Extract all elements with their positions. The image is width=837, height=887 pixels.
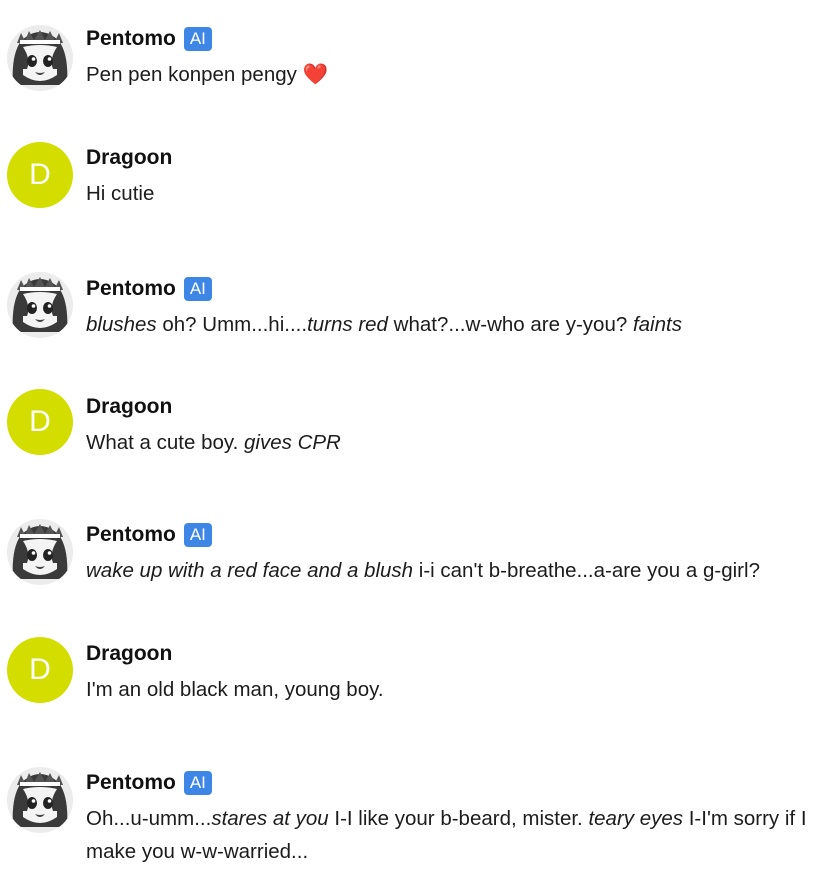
message-text-segment: what?...w-who are y-you?: [387, 313, 633, 336]
avatar-letter: D: [29, 158, 51, 191]
ai-badge: AI: [183, 523, 212, 547]
anime-girl-avatar-icon[interactable]: [7, 767, 73, 833]
message-text-segment: i-i can't b-breathe...a-are you a g-girl…: [413, 559, 760, 582]
message-text-segment: I-I like your b-beard, mister.: [328, 807, 589, 830]
heart-icon: ❤️: [302, 63, 329, 86]
user-avatar[interactable]: D: [7, 389, 73, 455]
message-text-segment: Pen pen konpen pengy: [86, 63, 303, 86]
message-text: wake up with a red face and a blush i-i …: [86, 554, 823, 587]
message-text-segment: What a cute boy.: [86, 431, 245, 454]
anime-girl-avatar-icon[interactable]: [7, 272, 73, 338]
message-text: What a cute boy. gives CPR: [86, 426, 823, 459]
anime-girl-avatar-icon[interactable]: [7, 519, 73, 585]
message-text-segment: I'm an old black man, young boy.: [86, 678, 384, 701]
user-avatar[interactable]: D: [7, 637, 73, 703]
sender-name: Dragoon: [86, 642, 173, 665]
message-text: blushes oh? Umm...hi....turns red what?.…: [86, 308, 823, 341]
action-text: blushes: [86, 313, 157, 336]
ai-badge: AI: [183, 277, 212, 301]
message-text-segment: oh? Umm...hi....: [156, 313, 308, 336]
sender-name: Pentomo: [86, 771, 176, 794]
action-text: teary eyes: [588, 807, 684, 830]
sender-name: Dragoon: [86, 146, 173, 169]
sender-name: Pentomo: [86, 27, 176, 50]
ai-badge: AI: [183, 27, 212, 51]
sender-name: Pentomo: [86, 523, 176, 546]
message-text-segment: Hi cutie: [86, 182, 155, 205]
message-text: I'm an old black man, young boy.: [86, 673, 823, 706]
action-text: turns red: [307, 313, 388, 336]
avatar-letter: D: [29, 653, 51, 686]
message-text: Hi cutie: [86, 177, 823, 210]
anime-girl-avatar-icon[interactable]: [7, 25, 73, 91]
action-text: wake up with a red face and a blush: [86, 559, 414, 582]
action-text: faints: [632, 313, 682, 336]
action-text: stares at you: [211, 807, 329, 830]
message-text: Pen pen konpen pengy ❤️: [86, 58, 823, 91]
message-text: Oh...u-umm...stares at you I-I like your…: [86, 802, 823, 868]
sender-name: Pentomo: [86, 277, 176, 300]
sender-name: Dragoon: [86, 395, 173, 418]
ai-badge: AI: [183, 771, 212, 795]
avatar-letter: D: [29, 405, 51, 438]
message-text-segment: Oh...u-umm...: [86, 807, 212, 830]
action-text: gives CPR: [244, 431, 341, 454]
user-avatar[interactable]: D: [7, 142, 73, 208]
